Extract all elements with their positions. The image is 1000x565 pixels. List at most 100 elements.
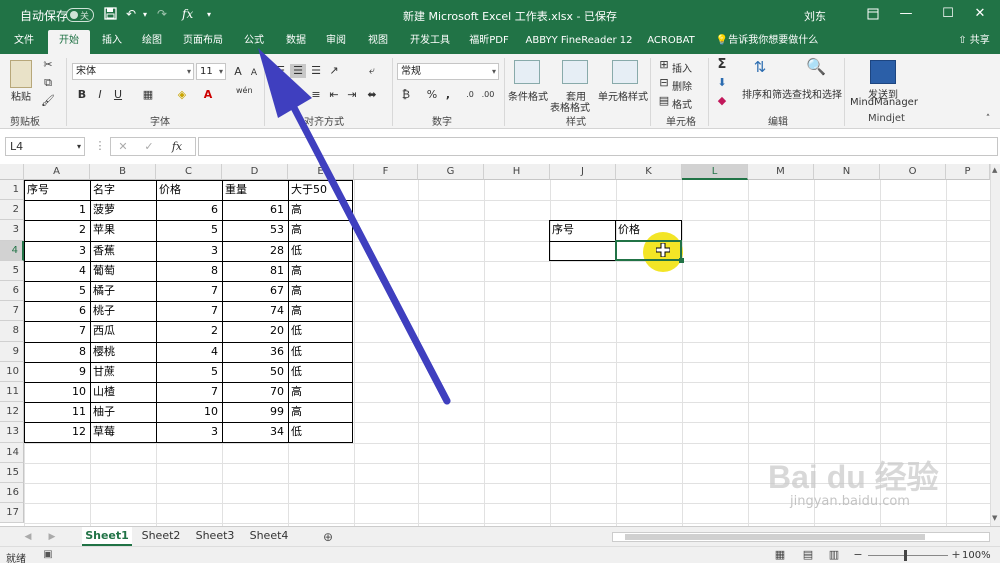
tab-view[interactable]: 视图 [360,30,396,54]
autosum-icon[interactable]: Σ [714,58,730,72]
tab-developer[interactable]: 开发工具 [402,30,458,54]
format-as-table-icon[interactable] [562,60,588,84]
paste-icon[interactable] [10,60,32,88]
macro-record-icon[interactable]: ▣ [40,548,56,562]
ribbon-display-icon[interactable] [855,3,891,25]
cancel-entry-icon[interactable]: ✕ [115,140,131,154]
find-select-label[interactable]: 查找和选择 [792,86,842,101]
sheet-tab-2[interactable]: Sheet2 [136,527,186,546]
maximize-icon[interactable]: ☐ [930,3,966,25]
horizontal-scrollbar[interactable] [612,532,990,542]
align-top-icon[interactable]: ☰ [272,64,288,78]
align-bottom-icon[interactable]: ☰ [308,64,324,78]
spreadsheet-grid[interactable]: ABCDEFGHJKLMNOPQ 12345678910111213141516… [0,164,990,526]
italic-icon[interactable]: I [92,88,108,102]
minimize-icon[interactable]: — [888,3,924,25]
confirm-entry-icon[interactable]: ✓ [141,140,157,154]
decrease-decimal-icon[interactable]: .00 [480,88,496,102]
align-left-icon[interactable]: ≡ [272,88,288,102]
tell-me-search[interactable]: 💡告诉我你想要做什么 [712,30,822,54]
font-size-combo[interactable]: 11 ▾ [196,63,226,80]
undo-icon[interactable]: ↶ [126,7,136,21]
fill-color-icon[interactable]: ◈ [174,88,190,102]
format-painter-icon[interactable]: 🖌 [40,94,56,108]
align-right-icon[interactable]: ≡ [308,88,324,102]
cut-icon[interactable]: ✂ [40,58,56,72]
tab-foxit-pdf[interactable]: 福昕PDF [464,30,514,54]
mindmanager-icon[interactable] [870,60,896,84]
delete-cells-icon[interactable]: ⊟ [656,76,672,90]
comma-style-icon[interactable]: , [440,88,456,102]
sheet-tab-4[interactable]: Sheet4 [244,527,294,546]
cell-styles-icon[interactable] [612,60,638,84]
autosave-toggle[interactable]: 关 [66,8,94,22]
insert-cells-label[interactable]: 插入 [672,60,692,75]
conditional-format-icon[interactable] [514,60,540,84]
copy-icon[interactable]: ⧉ [40,76,56,90]
phonetic-icon[interactable]: wén [236,84,253,98]
close-icon[interactable]: ✕ [962,3,998,25]
user-name[interactable]: 刘东 [804,8,826,24]
undo-dropdown-icon[interactable]: ▾ [143,10,147,19]
find-select-icon[interactable]: 🔍 [806,59,826,75]
formula-input[interactable] [198,137,998,156]
page-break-view-icon[interactable]: ▥ [826,548,842,562]
collapse-ribbon-icon[interactable]: ˄ [980,112,996,126]
next-sheet-icon[interactable]: ▶ [44,530,60,544]
insert-function-button[interactable]: fx [169,140,185,154]
tab-file[interactable]: 文件 [6,30,42,54]
vertical-scrollbar[interactable]: ▲ ▼ [990,164,1000,526]
send-label-2[interactable]: MindManager [850,97,918,108]
zoom-out-icon[interactable]: − [850,548,866,562]
font-name-combo[interactable]: 宋体 ▾ [72,63,194,80]
zoom-slider-thumb[interactable] [904,550,907,561]
align-center-icon[interactable]: ≡ [290,88,306,102]
tab-insert[interactable]: 插入 [94,30,130,54]
sheet-tab-1[interactable]: Sheet1 [82,527,132,546]
clear-icon[interactable]: ◆ [714,94,730,108]
sort-filter-icon[interactable]: ⇅ [752,60,768,75]
wrap-text-icon[interactable]: ⤶ [364,64,380,78]
redo-icon[interactable]: ↷ [157,7,167,21]
tab-acrobat[interactable]: ACROBAT [642,30,700,54]
sort-filter-label[interactable]: 排序和筛选 [742,86,792,101]
format-as-table-label-2[interactable]: 表格格式 [550,99,590,114]
shrink-font-icon[interactable]: A [246,66,262,80]
zoom-level[interactable]: 100% [962,550,991,561]
borders-icon[interactable]: ▦ [140,88,156,102]
bold-icon[interactable]: B [74,88,90,102]
tab-formulas[interactable]: 公式 [236,30,272,54]
customize-qat-icon[interactable]: ▾ [207,10,211,19]
tab-data[interactable]: 数据 [278,30,314,54]
tab-review[interactable]: 审阅 [318,30,354,54]
tab-abbyy[interactable]: ABBYY FineReader 12 [520,30,638,54]
page-layout-view-icon[interactable]: ▤ [800,548,816,562]
share-button[interactable]: ⇧ 共享 [950,30,998,54]
conditional-format-label[interactable]: 条件格式 [508,88,548,103]
formula-more-icon[interactable]: ⋮ [92,139,108,153]
decrease-indent-icon[interactable]: ⇤ [326,88,342,102]
add-sheet-icon[interactable]: ⊕ [320,530,336,544]
format-cells-label[interactable]: 格式 [672,96,692,111]
prev-sheet-icon[interactable]: ◀ [20,530,36,544]
number-format-combo[interactable]: 常规 ▾ [397,63,499,80]
insert-cells-icon[interactable]: ⊞ [656,58,672,72]
save-icon[interactable] [104,7,117,23]
percent-icon[interactable]: % [424,88,440,102]
increase-decimal-icon[interactable]: .0 [462,88,478,102]
tab-draw[interactable]: 绘图 [134,30,170,54]
align-middle-icon[interactable]: ☰ [290,64,306,78]
insert-function-icon[interactable]: fx [182,7,193,21]
orientation-icon[interactable]: ↗ [326,64,342,78]
delete-cells-label[interactable]: 删除 [672,78,692,93]
tab-page-layout[interactable]: 页面布局 [176,30,230,54]
merge-center-icon[interactable]: ⬌ [364,88,380,102]
format-cells-icon[interactable]: ▤ [656,94,672,108]
increase-indent-icon[interactable]: ⇥ [344,88,360,102]
name-box[interactable]: L4 ▾ [5,137,85,156]
font-color-icon[interactable]: A [200,88,216,102]
zoom-slider[interactable] [868,555,948,556]
underline-icon[interactable]: U [110,88,126,102]
accounting-format-icon[interactable]: ₿ [398,88,414,102]
fill-icon[interactable]: ⬇ [714,76,730,90]
